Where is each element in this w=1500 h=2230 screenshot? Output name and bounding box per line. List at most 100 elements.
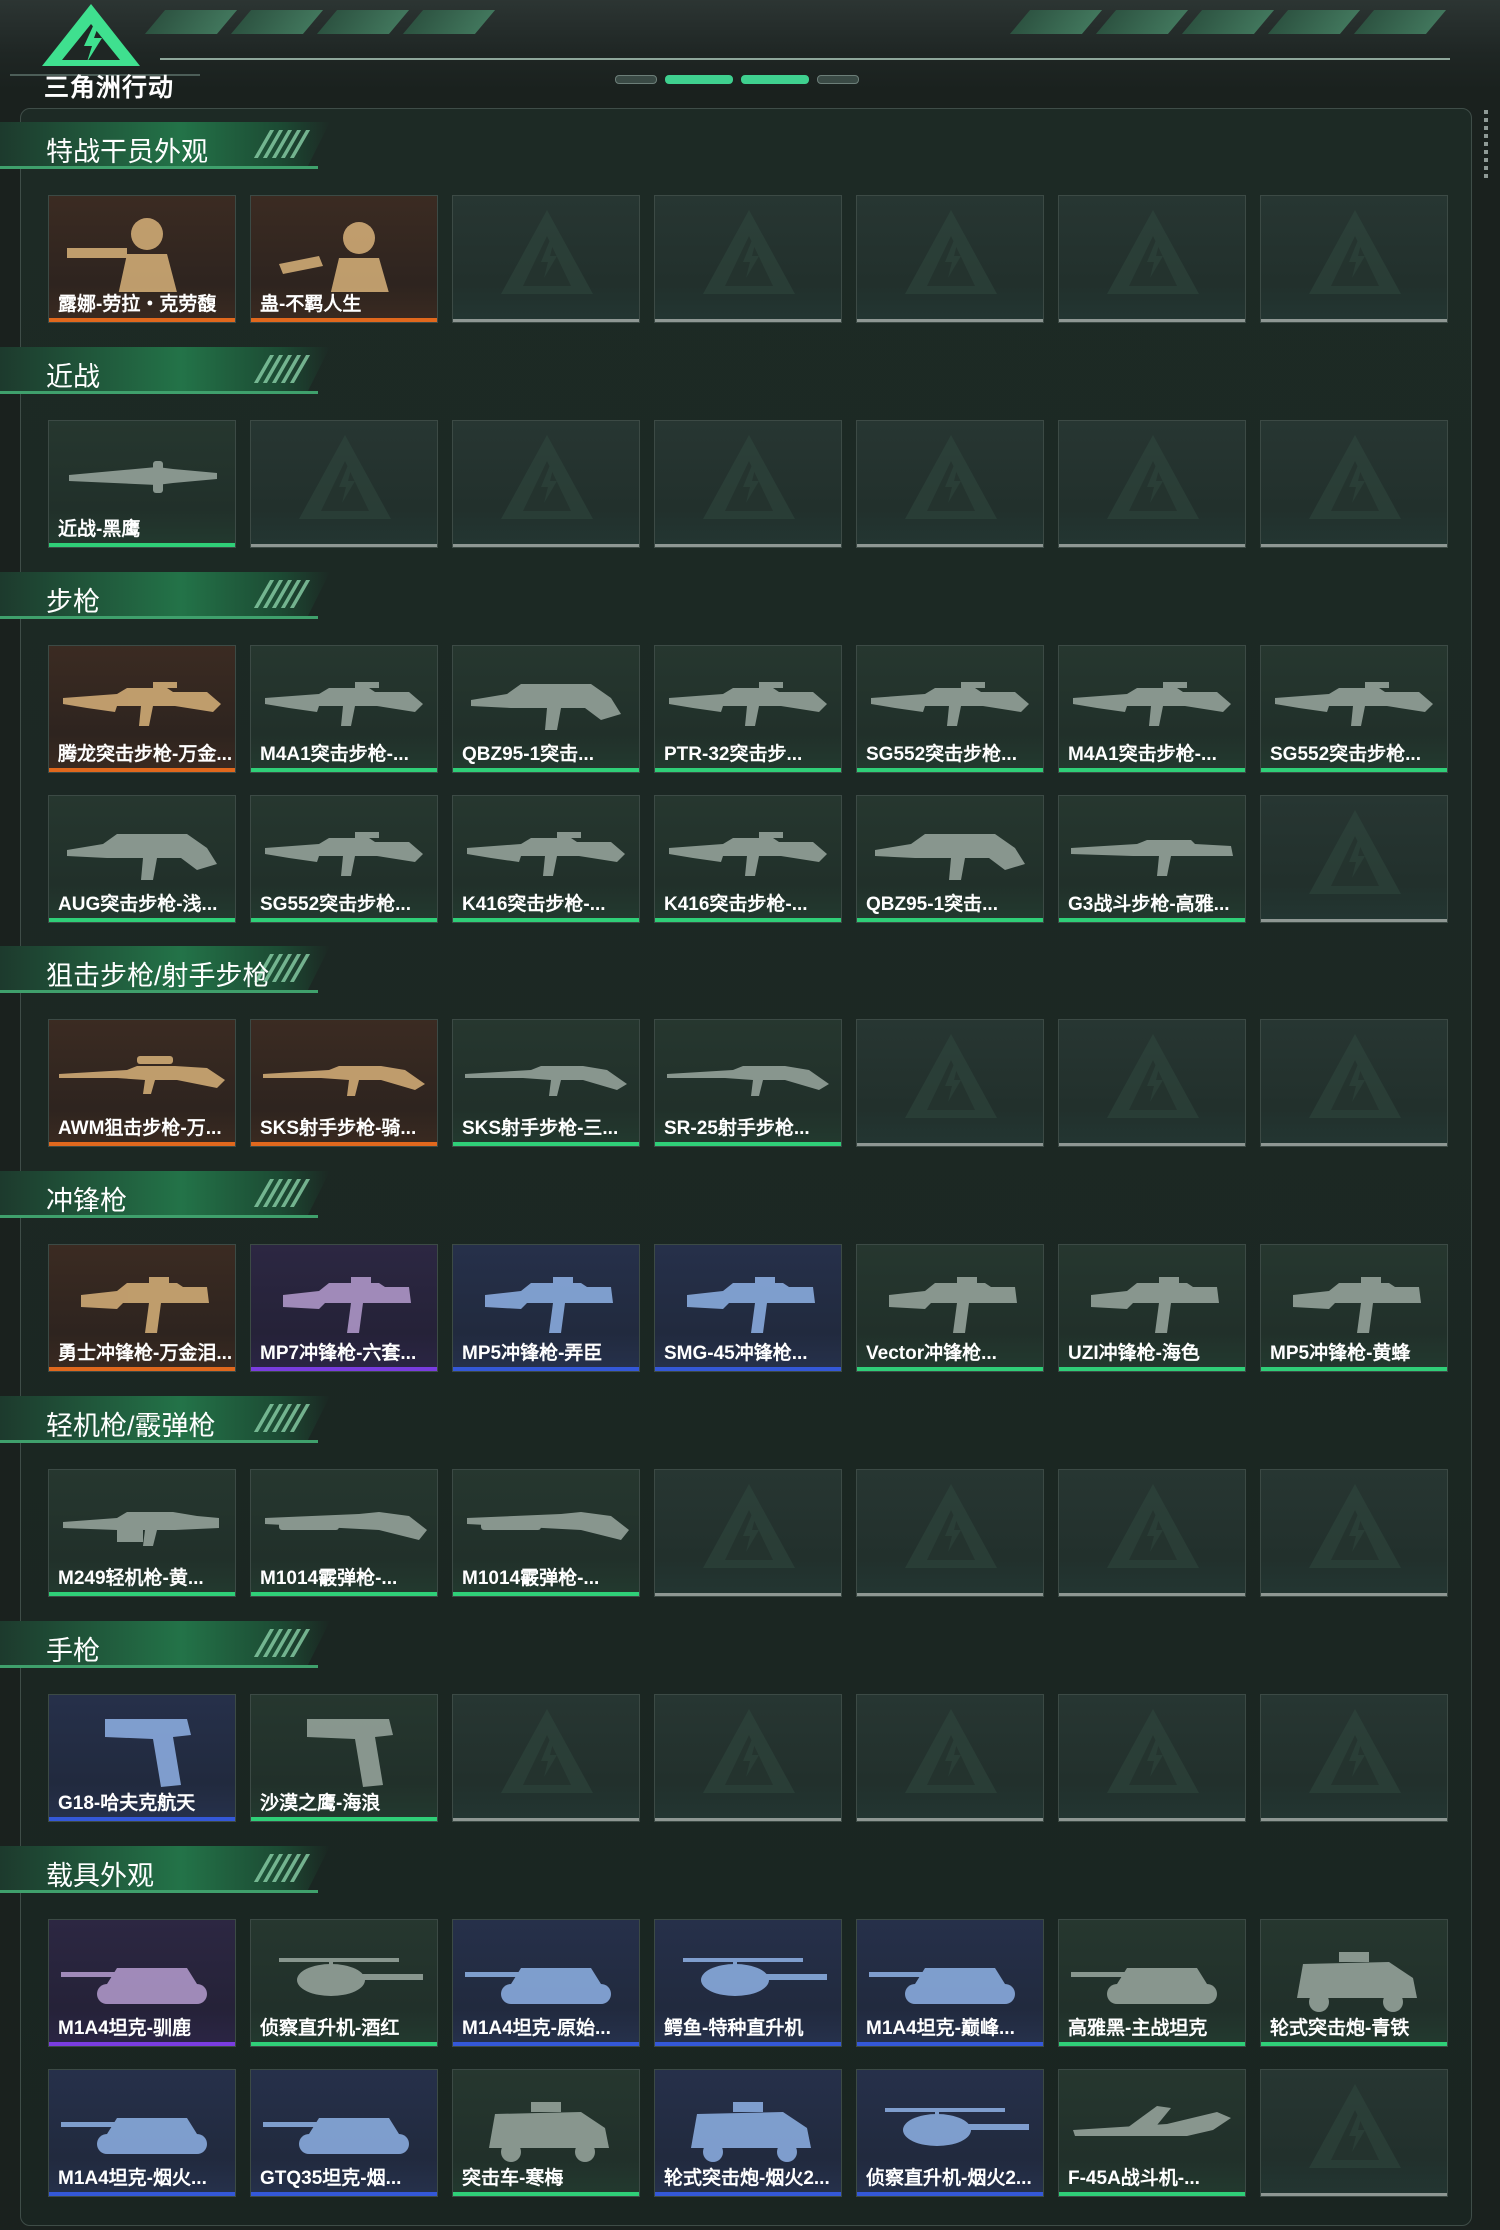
collection-item-card[interactable]: AWM狙击步枪-万... [48,1019,236,1147]
smg-icon [1293,1277,1421,1333]
collection-item-card[interactable]: M1A4坦克-原始... [452,1919,640,2047]
header-decoration-right [1009,10,1447,34]
collection-item-card[interactable]: SR-25射手步枪... [654,1019,842,1147]
smg-icon [1091,1277,1219,1333]
collection-item-card[interactable]: 腾龙突击步枪-万金... [48,645,236,773]
collection-item-card[interactable]: 侦察直升机-烟火2... [856,2069,1044,2197]
collection-item-card[interactable]: K416突击步枪-... [452,795,640,923]
collection-item-card[interactable]: 轮式突击炮-青铁 [1260,1919,1448,2047]
collection-item-card[interactable]: SMG-45冲锋枪... [654,1244,842,1372]
collection-item-card[interactable]: 侦察直升机-酒红 [250,1919,438,2047]
logo-text: 三角洲行动 [44,74,175,102]
empty-slot [1058,195,1246,323]
smg-icon [485,1277,613,1333]
scrollbar[interactable] [1484,110,1488,180]
item-name: 突击车-寒梅 [462,2168,564,2189]
rarity-bar [453,1592,639,1596]
shotgun-icon [467,1512,629,1540]
collection-item-card[interactable]: 近战-黑鹰 [48,420,236,548]
collection-item-card[interactable]: 轮式突击炮-烟火2... [654,2069,842,2197]
collection-item-card[interactable]: SG552突击步枪... [1260,645,1448,773]
lmg-icon [63,1512,219,1546]
assault-rifle-icon [1073,682,1231,726]
item-name: M1014霰弹枪-... [462,1568,600,1589]
tank-icon [61,2118,207,2154]
item-name: SKS射手步枪-三... [462,1118,619,1139]
rarity-bar [49,1817,235,1821]
collection-item-card[interactable]: G3战斗步枪-高雅... [1058,795,1246,923]
marksman-rifle-icon [263,1066,425,1096]
collection-item-card[interactable]: MP5冲锋枪-弄臣 [452,1244,640,1372]
collection-item-card[interactable]: SG552突击步枪... [250,795,438,923]
collection-item-card[interactable]: M1A4坦克-烟火... [48,2069,236,2197]
item-name: M1014霰弹枪-... [260,1568,398,1589]
collection-item-card[interactable]: 高雅黑-主战坦克 [1058,1919,1246,2047]
collection-item-card[interactable]: MP7冲锋枪-六套... [250,1244,438,1372]
collection-item-card[interactable]: 勇士冲锋枪-万金泪... [48,1244,236,1372]
assault-rifle-icon [871,682,1029,726]
collection-item-card[interactable]: F-45A战斗机-... [1058,2069,1246,2197]
collection-item-card[interactable]: SG552突击步枪... [856,645,1044,773]
collection-item-card[interactable]: G18-哈夫克航天 [48,1694,236,1822]
page-dot-active[interactable] [741,75,809,84]
rarity-bar [49,1367,235,1371]
collection-item-card[interactable]: 露娜-劳拉・克劳馥 [48,195,236,323]
collection-item-card[interactable]: M4A1突击步枪-... [1058,645,1246,773]
placeholder-logo-icon [905,1709,997,1793]
rarity-bar [1059,2192,1245,2196]
collection-item-card[interactable]: 沙漠之鹰-海浪 [250,1694,438,1822]
rarity-bar [1261,1367,1447,1371]
collection-item-card[interactable]: K416突击步枪-... [654,795,842,923]
page-dot[interactable] [817,75,859,84]
collection-item-card[interactable]: M1014霰弹枪-... [452,1469,640,1597]
placeholder-bar [857,1143,1043,1146]
collection-item-card[interactable]: M4A1突击步枪-... [250,645,438,773]
collection-item-card[interactable]: 蛊-不羁人生 [250,195,438,323]
page-dot[interactable] [615,75,657,84]
item-name: SG552突击步枪... [1270,744,1421,765]
page-dot-active[interactable] [665,75,733,84]
placeholder-bar [1059,319,1245,322]
rarity-bar [453,2042,639,2046]
collection-item-card[interactable]: SKS射手步枪-三... [452,1019,640,1147]
hatch-decoration-icon [253,1404,311,1432]
assault-rifle-icon [467,832,625,876]
collection-item-card[interactable]: M249轻机枪-黄... [48,1469,236,1597]
item-name: F-45A战斗机-... [1068,2168,1200,2189]
collection-item-card[interactable]: MP5冲锋枪-黄蜂 [1260,1244,1448,1372]
placeholder-bar [453,544,639,547]
item-name: 侦察直升机-酒红 [260,2018,400,2039]
hatch-decoration-icon [253,1854,311,1882]
battle-rifle-icon [1071,840,1233,876]
collection-item-card[interactable]: QBZ95-1突击... [452,645,640,773]
rarity-bar [1059,2042,1245,2046]
collection-item-card[interactable]: QBZ95-1突击... [856,795,1044,923]
empty-slot [856,1469,1044,1597]
empty-slot [1058,1469,1246,1597]
section-title: 狙击步枪/射手步枪 [46,961,270,991]
collection-item-card[interactable]: 鳄鱼-特种直升机 [654,1919,842,2047]
item-name: M1A4坦克-巅峰... [866,2018,1015,2039]
collection-item-card[interactable]: M1A4坦克-驯鹿 [48,1919,236,2047]
bullpup-rifle-icon [471,684,621,730]
collection-item-card[interactable]: SKS射手步枪-骑... [250,1019,438,1147]
collection-item-card[interactable]: UZI冲锋枪-海色 [1058,1244,1246,1372]
helicopter-icon [885,2108,1029,2146]
section-header: 狙击步枪/射手步枪 [0,946,330,993]
placeholder-logo-icon [1309,210,1401,294]
collection-item-card[interactable]: 突击车-寒梅 [452,2069,640,2197]
item-name: 近战-黑鹰 [58,519,141,540]
pistol-icon [307,1719,393,1787]
placeholder-bar [1261,1593,1447,1596]
collection-item-card[interactable]: GTQ35坦克-烟... [250,2069,438,2197]
collection-item-card[interactable]: PTR-32突击步... [654,645,842,773]
empty-slot [654,1469,842,1597]
collection-item-card[interactable]: M1A4坦克-巅峰... [856,1919,1044,2047]
placeholder-logo-icon [1309,1484,1401,1568]
placeholder-logo-icon [1309,2084,1401,2168]
collection-item-card[interactable]: AUG突击步枪-浅... [48,795,236,923]
empty-slot [1260,420,1448,548]
collection-item-card[interactable]: M1014霰弹枪-... [250,1469,438,1597]
empty-slot [654,1694,842,1822]
collection-item-card[interactable]: Vector冲锋枪... [856,1244,1044,1372]
